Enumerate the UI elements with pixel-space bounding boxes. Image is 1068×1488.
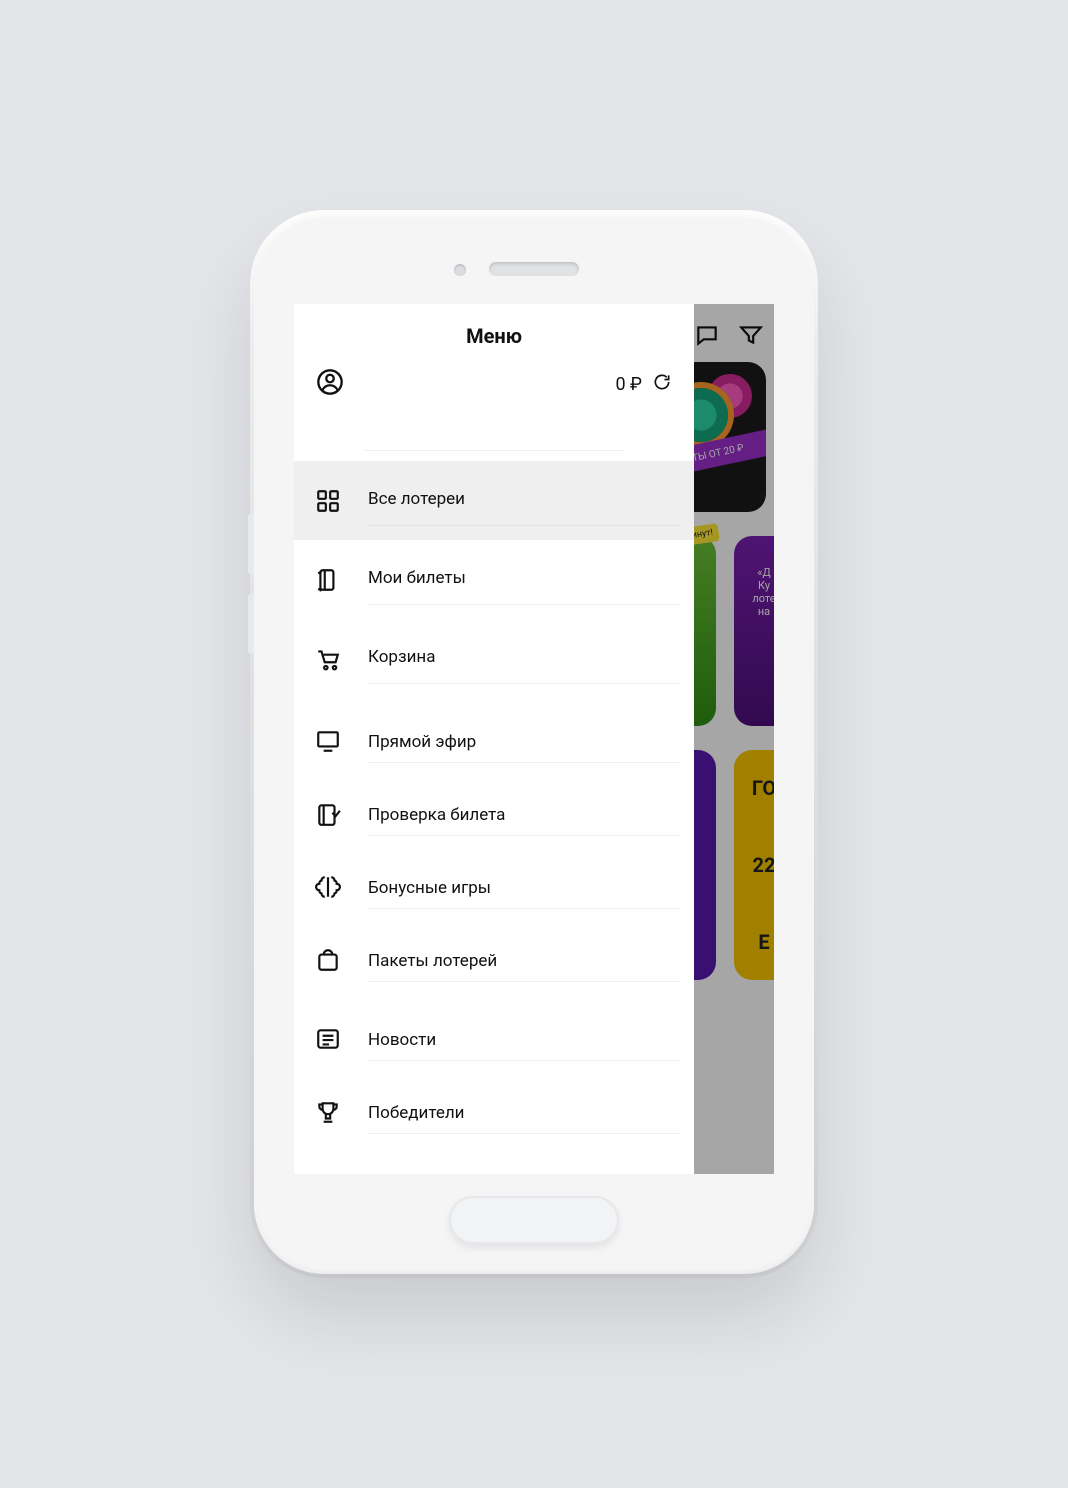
menu-item-bonus-games[interactable]: Бонусные игры bbox=[294, 850, 694, 923]
menu-item-label: Бонусные игры bbox=[368, 878, 491, 898]
phone-mockup: ТЫ ОТ 20 ₽ аждые минут! «Д Ку лоте на Г bbox=[254, 214, 814, 1274]
brain-icon bbox=[314, 873, 342, 901]
balance-amount: 0 ₽ bbox=[615, 374, 642, 395]
menu-item-label: Пакеты лотерей bbox=[368, 951, 497, 971]
menu-item-help[interactable]: Помощь bbox=[294, 1148, 694, 1174]
menu-item-label: Новости bbox=[368, 1030, 436, 1050]
news-icon bbox=[314, 1025, 342, 1053]
menu-item-label: Корзина bbox=[368, 647, 435, 667]
phone-home-button bbox=[449, 1196, 619, 1244]
refresh-button[interactable] bbox=[652, 372, 672, 397]
menu-item-packages[interactable]: Пакеты лотерей bbox=[294, 923, 694, 996]
menu-item-winners[interactable]: Победители bbox=[294, 1075, 694, 1148]
user-icon bbox=[316, 368, 344, 396]
tickets-icon bbox=[314, 566, 342, 594]
menu-item-label: Прямой эфир bbox=[368, 732, 476, 752]
phone-camera bbox=[454, 264, 466, 276]
phone-side-button bbox=[248, 594, 254, 654]
trophy-icon bbox=[314, 1098, 342, 1126]
bag-icon bbox=[314, 946, 342, 974]
menu-item-cart[interactable]: Корзина bbox=[294, 619, 694, 698]
menu-title: Меню bbox=[294, 304, 694, 362]
check-ticket-icon bbox=[314, 800, 342, 828]
menu-item-label: Победители bbox=[368, 1103, 464, 1123]
screen: ТЫ ОТ 20 ₽ аждые минут! «Д Ку лоте на Г bbox=[294, 304, 774, 1174]
menu-list: Все лотереи Мои билеты Корзина bbox=[294, 451, 694, 1174]
menu-item-all-lotteries[interactable]: Все лотереи bbox=[294, 461, 694, 540]
menu-item-label: Все лотереи bbox=[368, 489, 465, 509]
menu-item-news[interactable]: Новости bbox=[294, 1002, 694, 1075]
phone-side-button bbox=[248, 514, 254, 574]
menu-item-live[interactable]: Прямой эфир bbox=[294, 704, 694, 777]
help-icon bbox=[314, 1171, 342, 1175]
menu-item-check-ticket[interactable]: Проверка билета bbox=[294, 777, 694, 850]
tv-icon bbox=[314, 727, 342, 755]
menu-item-my-tickets[interactable]: Мои билеты bbox=[294, 540, 694, 619]
menu-item-label: Мои билеты bbox=[368, 568, 466, 588]
profile-button[interactable] bbox=[316, 368, 344, 400]
navigation-drawer: Меню 0 ₽ bbox=[294, 304, 694, 1174]
cart-icon bbox=[314, 645, 342, 673]
refresh-icon bbox=[652, 372, 672, 392]
account-row: 0 ₽ bbox=[294, 362, 694, 426]
grid-icon bbox=[314, 487, 342, 515]
phone-speaker bbox=[489, 262, 579, 276]
menu-item-label: Проверка билета bbox=[368, 805, 505, 825]
